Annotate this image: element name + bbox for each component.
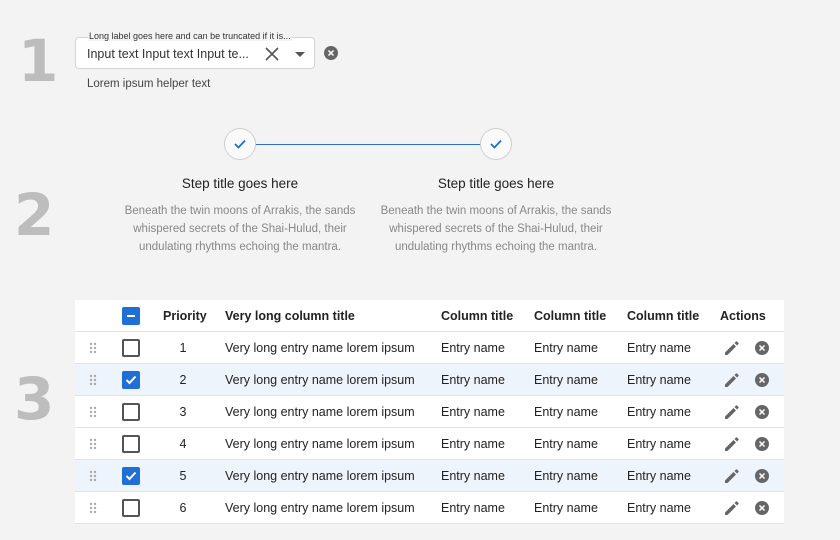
- cell-col1: Entry name: [441, 405, 505, 419]
- combobox-field[interactable]: Long label goes here and can be truncate…: [75, 31, 315, 69]
- step-2-title: Step title goes here: [437, 176, 555, 191]
- header-long[interactable]: Very long column title: [225, 300, 435, 332]
- drag-handle-icon[interactable]: [89, 406, 97, 418]
- checkmark-icon: [125, 375, 137, 385]
- cell-col3: Entry name: [627, 373, 691, 387]
- header-col1[interactable]: Column title: [441, 300, 531, 332]
- select-all-checkbox[interactable]: [122, 307, 140, 325]
- pencil-icon[interactable]: [723, 371, 741, 389]
- table-header-row: Priority Very long column title Column t…: [75, 300, 784, 332]
- cell-long: Very long entry name lorem ipsum: [225, 501, 415, 515]
- field-value[interactable]: Input text Input text Input te...: [87, 47, 255, 61]
- section-number-1: 1: [18, 27, 59, 95]
- header-actions: Actions: [720, 309, 766, 323]
- cell-priority: 4: [179, 437, 187, 451]
- step-1-title: Step title goes here: [181, 176, 299, 191]
- drag-handle-icon[interactable]: [89, 342, 97, 354]
- cell-col1: Entry name: [441, 469, 505, 483]
- row-checkbox[interactable]: [122, 339, 140, 357]
- step-2-description: Beneath the twin moons of Arrakis, the s…: [380, 205, 612, 253]
- row-checkbox[interactable]: [122, 499, 140, 517]
- drag-handle-icon[interactable]: [89, 470, 97, 482]
- table-row[interactable]: 6 Very long entry name lorem ipsum Entry…: [75, 492, 784, 524]
- cell-priority: 3: [179, 405, 187, 419]
- caret-down-icon[interactable]: [292, 46, 308, 62]
- cell-long: Very long entry name lorem ipsum: [225, 341, 415, 355]
- cell-long: Very long entry name lorem ipsum: [225, 373, 415, 387]
- step-2-indicator[interactable]: [480, 128, 512, 160]
- cell-col3: Entry name: [627, 501, 691, 515]
- cell-priority: 2: [179, 373, 187, 387]
- pencil-icon[interactable]: [723, 467, 741, 485]
- table-row[interactable]: 4 Very long entry name lorem ipsum Entry…: [75, 428, 784, 460]
- step-1-description: Beneath the twin moons of Arrakis, the s…: [124, 205, 356, 253]
- cell-col3: Entry name: [627, 469, 691, 483]
- cell-long: Very long entry name lorem ipsum: [225, 405, 415, 419]
- row-checkbox[interactable]: [122, 371, 140, 389]
- cell-priority: 1: [179, 341, 187, 355]
- table-row[interactable]: 3 Very long entry name lorem ipsum Entry…: [75, 396, 784, 428]
- checkmark-icon: [234, 139, 246, 149]
- header-col2[interactable]: Column title: [534, 300, 624, 332]
- table-row[interactable]: 5 Very long entry name lorem ipsum Entry…: [75, 460, 784, 492]
- cell-col2: Entry name: [534, 501, 598, 515]
- checkmark-icon: [125, 471, 137, 481]
- section-number-2: 2: [14, 181, 55, 249]
- close-circle-icon[interactable]: [755, 501, 769, 515]
- cell-col3: Entry name: [627, 341, 691, 355]
- drag-handle-icon[interactable]: [89, 374, 97, 386]
- cell-long: Very long entry name lorem ipsum: [225, 469, 415, 483]
- close-circle-icon[interactable]: [755, 405, 769, 419]
- step-connector: [256, 144, 481, 145]
- close-circle-icon[interactable]: [755, 437, 769, 451]
- helper-text: Lorem ipsum helper text: [87, 78, 211, 90]
- cell-col2: Entry name: [534, 437, 598, 451]
- close-circle-icon[interactable]: [755, 469, 769, 483]
- table-body: 1 Very long entry name lorem ipsum Entry…: [75, 332, 784, 524]
- cell-col2: Entry name: [534, 469, 598, 483]
- row-checkbox[interactable]: [122, 435, 140, 453]
- drag-handle-icon[interactable]: [89, 502, 97, 514]
- pencil-icon[interactable]: [723, 403, 741, 421]
- cell-col3: Entry name: [627, 405, 691, 419]
- row-checkbox[interactable]: [122, 403, 140, 421]
- checkmark-icon: [490, 139, 502, 149]
- step-1-indicator[interactable]: [224, 128, 256, 160]
- close-circle-icon[interactable]: [755, 341, 769, 355]
- cell-col2: Entry name: [534, 373, 598, 387]
- header-priority[interactable]: Priority: [163, 300, 207, 332]
- cell-priority: 6: [179, 501, 187, 515]
- field-label: Long label goes here and can be truncate…: [88, 31, 292, 41]
- close-circle-icon[interactable]: [324, 46, 338, 60]
- table-row[interactable]: 2 Very long entry name lorem ipsum Entry…: [75, 364, 784, 396]
- close-circle-icon[interactable]: [755, 373, 769, 387]
- cell-col2: Entry name: [534, 405, 598, 419]
- pencil-icon[interactable]: [723, 339, 741, 357]
- cell-priority: 5: [179, 469, 187, 483]
- indeterminate-icon: [127, 315, 135, 317]
- data-table: Priority Very long column title Column t…: [75, 300, 784, 524]
- pencil-icon[interactable]: [723, 435, 741, 453]
- cell-col1: Entry name: [441, 373, 505, 387]
- table-row[interactable]: 1 Very long entry name lorem ipsum Entry…: [75, 332, 784, 364]
- header-col3[interactable]: Column title: [627, 300, 717, 332]
- cell-col3: Entry name: [627, 437, 691, 451]
- cell-long: Very long entry name lorem ipsum: [225, 437, 415, 451]
- row-checkbox[interactable]: [122, 467, 140, 485]
- close-icon[interactable]: [262, 44, 282, 64]
- cell-col1: Entry name: [441, 437, 505, 451]
- cell-col1: Entry name: [441, 341, 505, 355]
- drag-handle-icon[interactable]: [89, 438, 97, 450]
- pencil-icon[interactable]: [723, 499, 741, 517]
- cell-col1: Entry name: [441, 501, 505, 515]
- cell-col2: Entry name: [534, 341, 598, 355]
- section-number-3: 3: [14, 365, 55, 433]
